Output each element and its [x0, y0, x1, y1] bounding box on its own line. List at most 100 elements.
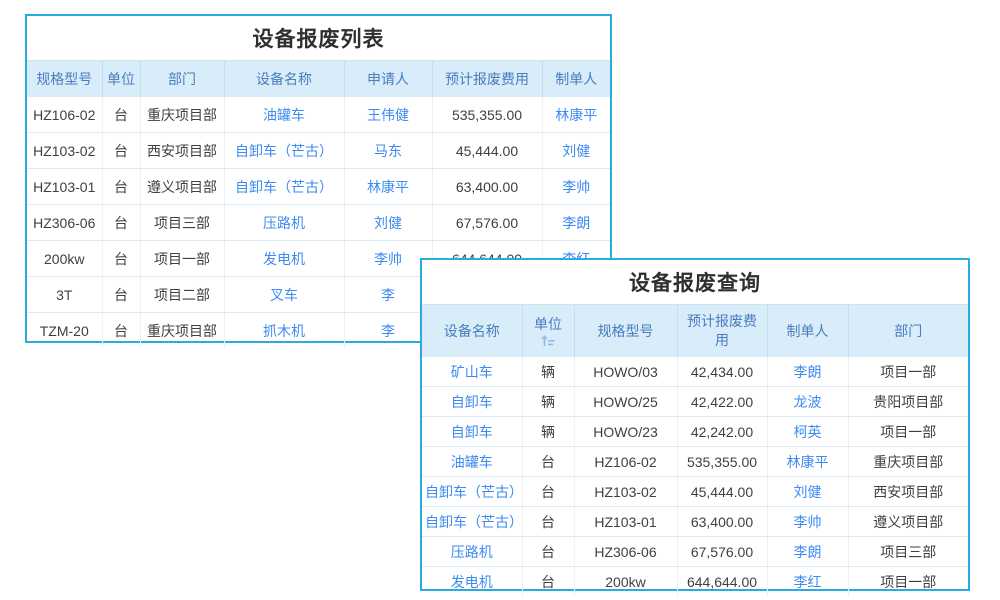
column-label: 申请人	[349, 70, 428, 89]
cell-unit: 台	[102, 169, 140, 205]
cell-spec: HZ103-01	[27, 169, 102, 205]
column-label: 预计报废费用	[437, 70, 538, 89]
cell-maker[interactable]: 刘健	[542, 133, 610, 169]
cell-applicant[interactable]: 李帅	[344, 241, 432, 277]
cell-cost: 67,576.00	[677, 537, 767, 567]
cell-device[interactable]: 油罐车	[422, 447, 522, 477]
cell-applicant[interactable]: 李	[344, 313, 432, 349]
column-header-maker: 制单人	[767, 305, 848, 358]
cell-applicant[interactable]: 王伟健	[344, 97, 432, 133]
cell-device[interactable]: 自卸车（芒古）	[224, 133, 344, 169]
cell-maker[interactable]: 柯英	[767, 417, 848, 447]
cell-cost: 45,444.00	[677, 477, 767, 507]
cell-dept: 西安项目部	[140, 133, 224, 169]
cell-maker[interactable]: 李帅	[542, 169, 610, 205]
cell-spec: TZM-20	[27, 313, 102, 349]
cell-maker[interactable]: 林康平	[542, 97, 610, 133]
cell-unit: 台	[102, 313, 140, 349]
cell-unit: 台	[522, 447, 574, 477]
cell-maker[interactable]: 刘健	[767, 477, 848, 507]
cell-applicant[interactable]: 马东	[344, 133, 432, 169]
cell-unit: 辆	[522, 417, 574, 447]
cell-device[interactable]: 油罐车	[224, 97, 344, 133]
column-header-device: 设备名称	[422, 305, 522, 358]
table-row: 油罐车台HZ106-02535,355.00林康平重庆项目部	[422, 447, 968, 477]
cell-unit: 台	[102, 133, 140, 169]
column-header-unit[interactable]: 单位	[522, 305, 574, 358]
cell-spec: HOWO/25	[574, 387, 677, 417]
column-header-cost: 预计报废费用	[677, 305, 767, 358]
scrap-query-title: 设备报废查询	[422, 260, 968, 304]
table-row: 自卸车辆HOWO/2342,242.00柯英项目一部	[422, 417, 968, 447]
cell-device[interactable]: 矿山车	[422, 357, 522, 387]
cell-device[interactable]: 压路机	[224, 205, 344, 241]
cell-unit: 台	[102, 97, 140, 133]
cell-unit: 台	[522, 507, 574, 537]
column-header-spec: 规格型号	[27, 61, 102, 98]
cell-device[interactable]: 自卸车（芒古）	[422, 507, 522, 537]
cell-spec: HZ306-06	[27, 205, 102, 241]
cell-maker[interactable]: 李朗	[542, 205, 610, 241]
cell-spec: HZ103-01	[574, 507, 677, 537]
scrap-query-panel: 设备报废查询 设备名称单位规格型号预计报废费用制单人部门矿山车辆HOWO/034…	[420, 258, 970, 591]
cell-dept: 遵义项目部	[140, 169, 224, 205]
cell-dept: 重庆项目部	[848, 447, 968, 477]
cell-cost: 63,400.00	[677, 507, 767, 537]
cell-device[interactable]: 自卸车	[422, 387, 522, 417]
cell-device[interactable]: 自卸车	[422, 417, 522, 447]
cell-maker[interactable]: 李朗	[767, 357, 848, 387]
scrap-query-table: 设备名称单位规格型号预计报废费用制单人部门矿山车辆HOWO/0342,434.0…	[422, 304, 968, 596]
column-header-unit: 单位	[102, 61, 140, 98]
cell-applicant[interactable]: 李	[344, 277, 432, 313]
cell-unit: 台	[102, 277, 140, 313]
cell-device[interactable]: 抓木机	[224, 313, 344, 349]
cell-spec: 200kw	[27, 241, 102, 277]
cell-maker[interactable]: 李红	[767, 567, 848, 597]
column-label: 设备名称	[229, 70, 340, 89]
cell-device[interactable]: 自卸车（芒古）	[422, 477, 522, 507]
cell-maker[interactable]: 林康平	[767, 447, 848, 477]
cell-maker[interactable]: 李朗	[767, 537, 848, 567]
scrap-list-title: 设备报废列表	[27, 16, 610, 60]
cell-dept: 项目一部	[140, 241, 224, 277]
cell-maker[interactable]: 龙波	[767, 387, 848, 417]
cell-applicant[interactable]: 林康平	[344, 169, 432, 205]
cell-unit: 辆	[522, 357, 574, 387]
table-row: HZ306-06台项目三部压路机刘健67,576.00李朗	[27, 205, 610, 241]
column-header-device: 设备名称	[224, 61, 344, 98]
cell-unit: 台	[102, 241, 140, 277]
column-label: 设备名称	[426, 322, 518, 341]
cell-cost: 644,644.00	[677, 567, 767, 597]
column-label: 单位	[107, 70, 136, 89]
cell-device[interactable]: 发电机	[422, 567, 522, 597]
table-row: HZ106-02台重庆项目部油罐车王伟健535,355.00林康平	[27, 97, 610, 133]
cell-cost: 42,434.00	[677, 357, 767, 387]
cell-dept: 项目二部	[140, 277, 224, 313]
cell-device[interactable]: 发电机	[224, 241, 344, 277]
cell-spec: HOWO/23	[574, 417, 677, 447]
cell-maker[interactable]: 李帅	[767, 507, 848, 537]
cell-cost: 535,355.00	[677, 447, 767, 477]
cell-device[interactable]: 叉车	[224, 277, 344, 313]
table-row: 自卸车（芒古）台HZ103-0245,444.00刘健西安项目部	[422, 477, 968, 507]
cell-dept: 项目一部	[848, 417, 968, 447]
cell-unit: 辆	[522, 387, 574, 417]
cell-dept: 贵阳项目部	[848, 387, 968, 417]
cell-spec: HZ306-06	[574, 537, 677, 567]
cell-device[interactable]: 自卸车（芒古）	[224, 169, 344, 205]
sort-ascending-icon	[527, 335, 570, 347]
table-row: HZ103-01台遵义项目部自卸车（芒古）林康平63,400.00李帅	[27, 169, 610, 205]
header-row: 规格型号单位部门设备名称申请人预计报废费用制单人	[27, 61, 610, 98]
cell-device[interactable]: 压路机	[422, 537, 522, 567]
column-header-spec: 规格型号	[574, 305, 677, 358]
table-row: 自卸车辆HOWO/2542,422.00龙波贵阳项目部	[422, 387, 968, 417]
cell-cost: 42,422.00	[677, 387, 767, 417]
column-label: 部门	[145, 70, 220, 89]
column-label: 部门	[853, 322, 965, 341]
cell-spec: 3T	[27, 277, 102, 313]
column-header-applicant: 申请人	[344, 61, 432, 98]
column-header-maker: 制单人	[542, 61, 610, 98]
cell-applicant[interactable]: 刘健	[344, 205, 432, 241]
cell-dept: 项目一部	[848, 357, 968, 387]
cell-dept: 重庆项目部	[140, 97, 224, 133]
